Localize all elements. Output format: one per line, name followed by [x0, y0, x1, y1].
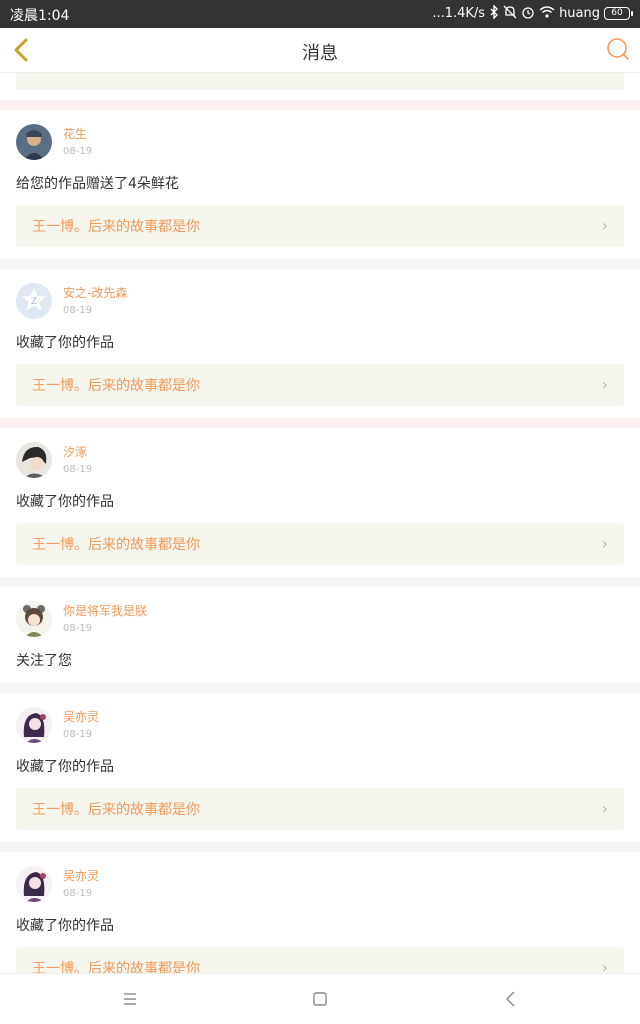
date: 08-19 — [63, 729, 93, 740]
list-item[interactable]: Z 安之-改先森 08-19 收藏了你的作品 王一博。后来的故事都是你 › — [0, 269, 640, 418]
chevron-right-icon: › — [601, 958, 608, 974]
list-item[interactable]: 吴亦灵 08-19 收藏了你的作品 王一博。后来的故事都是你 › — [0, 693, 640, 842]
chevron-right-icon: › — [601, 799, 608, 818]
work-title: 王一博。后来的故事都是你 — [32, 802, 200, 818]
user-name[interactable]: 吴亦灵 — [63, 868, 99, 884]
chat-button[interactable] — [606, 37, 630, 61]
action-text: 给您的作品赠送了4朵鲜花 — [16, 176, 179, 192]
battery-indicator: 60 — [604, 7, 633, 20]
date: 08-19 — [63, 623, 93, 634]
action-text: 收藏了你的作品 — [16, 759, 114, 775]
home-icon — [313, 992, 327, 1006]
work-link[interactable]: 王一博。后来的故事都是你 › — [16, 523, 624, 565]
wifi-icon — [539, 5, 555, 22]
chat-bubble-icon — [607, 38, 629, 60]
action-text: 关注了您 — [16, 653, 72, 669]
status-indicators: ...1.4K/s huang 60 — [432, 4, 633, 22]
menu-icon — [124, 993, 136, 1005]
date: 08-19 — [63, 464, 93, 475]
work-title: 王一博。后来的故事都是你 — [32, 378, 200, 394]
avatar[interactable]: Z — [16, 283, 52, 319]
work-link[interactable]: 王一博。后来的故事都是你 › — [16, 947, 624, 973]
date: 08-19 — [63, 888, 93, 899]
back-icon — [506, 991, 515, 1007]
network-speed: ...1.4K/s — [432, 6, 486, 21]
avatar[interactable] — [16, 124, 52, 160]
list-item[interactable]: 花生 08-19 给您的作品赠送了4朵鲜花 王一博。后来的故事都是你 › — [0, 110, 640, 259]
carrier-name: huang — [559, 6, 600, 21]
list-item[interactable]: 你是将军我是朕 08-19 关注了您 — [0, 587, 640, 683]
system-back-button[interactable] — [500, 988, 522, 1010]
avatar[interactable] — [16, 601, 52, 637]
list-item[interactable]: 汐涿 08-19 收藏了你的作品 王一博。后来的故事都是你 › — [0, 428, 640, 577]
work-link[interactable]: 王一博。后来的故事都是你 › — [16, 788, 624, 830]
date: 08-19 — [63, 305, 93, 316]
avatar[interactable] — [16, 442, 52, 478]
mute-icon — [503, 5, 517, 22]
work-title: 王一博。后来的故事都是你 — [32, 219, 200, 235]
partial-list-item[interactable] — [0, 73, 640, 100]
avatar[interactable] — [16, 866, 52, 902]
user-name[interactable]: 汐涿 — [63, 444, 92, 460]
avatar[interactable] — [16, 707, 52, 743]
action-text: 收藏了你的作品 — [16, 335, 114, 351]
status-bar: 凌晨1:04 ...1.4K/s huang 60 — [0, 0, 640, 28]
status-time: 凌晨1:04 — [10, 8, 70, 24]
chevron-right-icon: › — [601, 375, 608, 394]
notification-feed[interactable]: 花生 08-19 给您的作品赠送了4朵鲜花 王一博。后来的故事都是你 › Z 安… — [0, 73, 640, 973]
alarm-icon — [521, 5, 535, 22]
user-name[interactable]: 安之-改先森 — [63, 285, 127, 301]
system-nav-bar — [0, 973, 640, 1024]
user-name[interactable]: 花生 — [63, 126, 92, 142]
date: 08-19 — [63, 146, 93, 157]
chevron-right-icon: › — [601, 534, 608, 553]
page-title: 消息 — [302, 43, 338, 64]
bluetooth-icon — [489, 4, 499, 22]
work-link[interactable]: 王一博。后来的故事都是你 › — [16, 205, 624, 247]
list-item[interactable]: 吴亦灵 08-19 收藏了你的作品 王一博。后来的故事都是你 › — [0, 852, 640, 973]
action-text: 收藏了你的作品 — [16, 918, 114, 934]
work-title: 王一博。后来的故事都是你 — [32, 961, 200, 973]
action-text: 收藏了你的作品 — [16, 494, 114, 510]
user-name[interactable]: 你是将军我是朕 — [63, 603, 147, 619]
nav-bar: 消息 — [0, 28, 640, 73]
menu-button[interactable] — [119, 988, 141, 1010]
svg-text:Z: Z — [31, 297, 37, 307]
user-name[interactable]: 吴亦灵 — [63, 709, 99, 725]
chevron-right-icon: › — [601, 216, 608, 235]
work-title: 王一博。后来的故事都是你 — [32, 537, 200, 553]
work-link[interactable]: 王一博。后来的故事都是你 › — [16, 364, 624, 406]
home-button[interactable] — [309, 988, 331, 1010]
